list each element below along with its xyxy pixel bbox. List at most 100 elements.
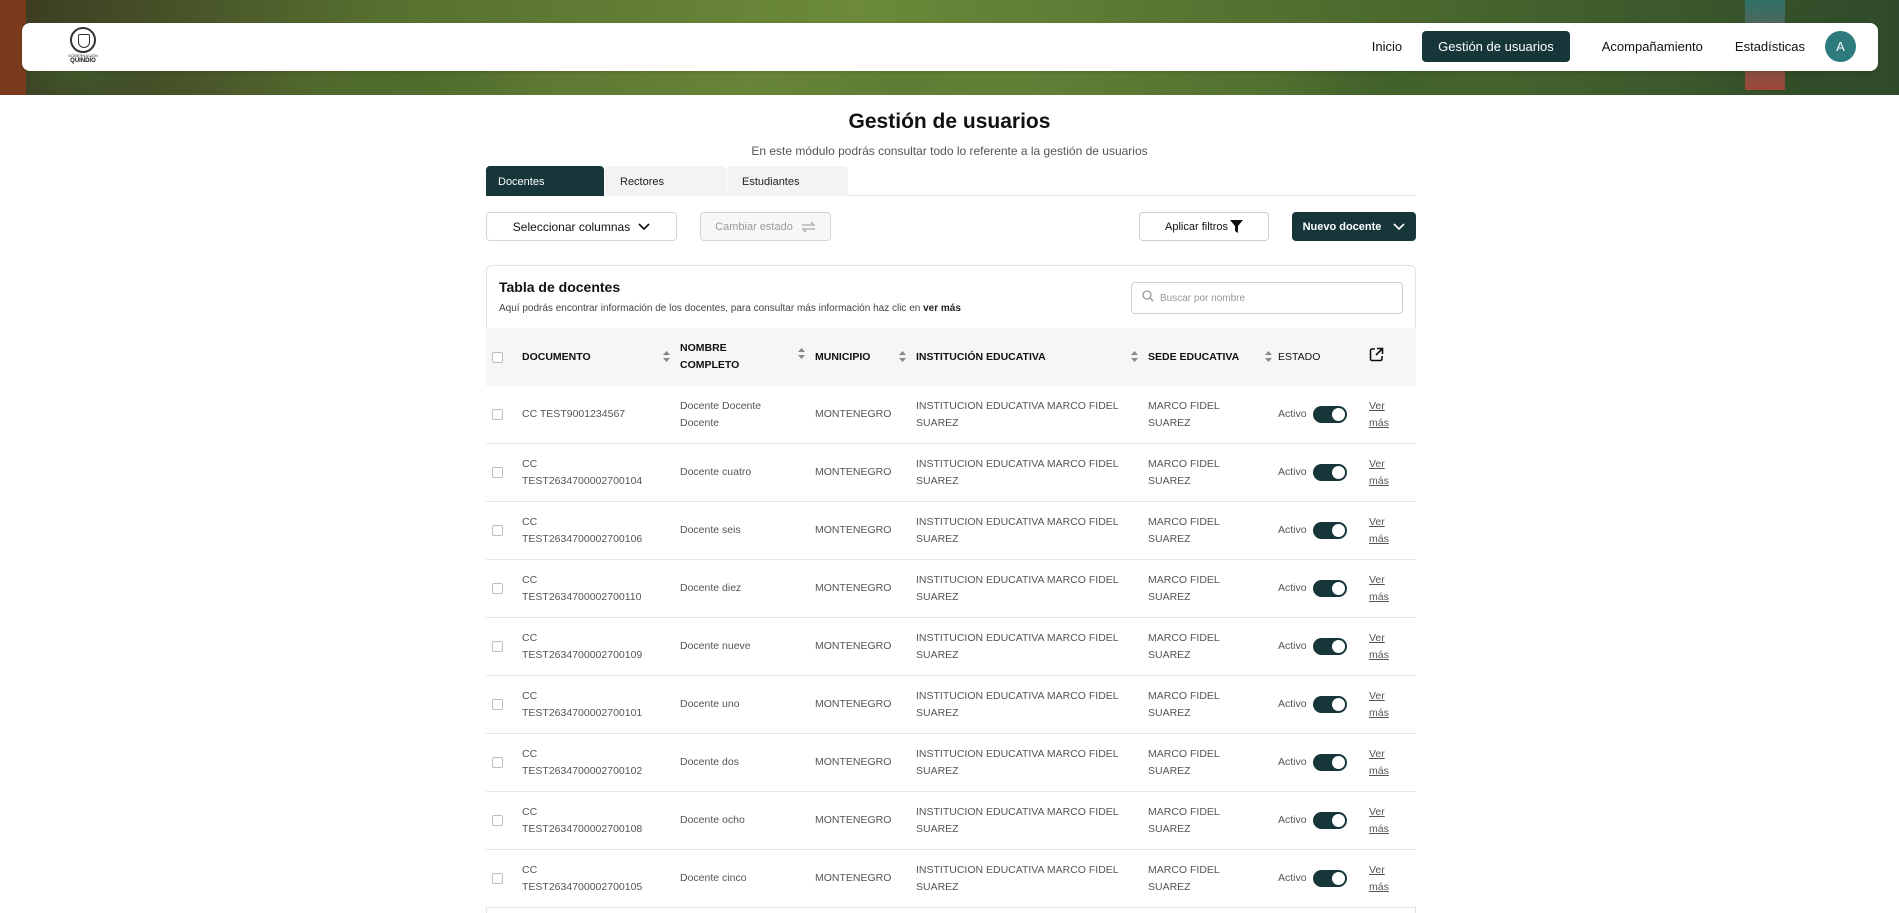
cell-estado: Activo: [1278, 638, 1369, 655]
cell-municipio: MONTENEGRO: [815, 756, 892, 768]
estado-toggle[interactable]: [1312, 406, 1347, 423]
ver-mas-link[interactable]: Ver más: [1369, 746, 1416, 780]
row-checkbox[interactable]: [492, 699, 503, 710]
tab-docentes[interactable]: Docentes: [486, 166, 604, 196]
row-checkbox-cell: [486, 699, 522, 710]
header-sede-label: SEDE EDUCATIVA: [1148, 350, 1240, 363]
estado-toggle[interactable]: [1312, 580, 1347, 597]
sort-icon[interactable]: [663, 350, 670, 362]
estado-toggle[interactable]: [1312, 464, 1347, 481]
header-estado-label: ESTADO: [1278, 350, 1321, 363]
cell-municipio: MONTENEGRO: [815, 814, 892, 826]
ver-mas-link[interactable]: Ver más: [1369, 862, 1416, 896]
estado-toggle[interactable]: [1312, 522, 1347, 539]
header-sede[interactable]: SEDE EDUCATIVA: [1148, 349, 1278, 366]
estado-label: Activo: [1278, 872, 1307, 884]
sort-icon[interactable]: [1131, 350, 1138, 362]
cell-institucion: INSTITUCION EDUCATIVA MARCO FIDEL SUAREZ: [916, 572, 1148, 606]
nav-gestion-usuarios[interactable]: Gestión de usuarios: [1422, 31, 1570, 62]
cell-institucion-line2: SUAREZ: [916, 706, 959, 719]
cell-institucion-line2: SUAREZ: [916, 648, 959, 661]
cell-institucion: INSTITUCION EDUCATIVA MARCO FIDEL SUAREZ: [916, 804, 1148, 838]
logo-big-text: QUINDÍO: [70, 58, 96, 64]
table-row: CC TEST2634700002700101 Docente uno MONT…: [486, 676, 1416, 734]
tab-rectores[interactable]: Rectores: [605, 166, 726, 196]
cell-institucion-line1: INSTITUCION EDUCATIVA MARCO FIDEL: [916, 399, 1119, 412]
tab-estudiantes[interactable]: Estudiantes: [727, 166, 848, 196]
cell-sede: MARCO FIDEL SUAREZ: [1148, 862, 1278, 896]
cell-municipio: MONTENEGRO: [815, 524, 892, 536]
row-checkbox[interactable]: [492, 815, 503, 826]
external-link-icon[interactable]: [1369, 347, 1384, 365]
estado-toggle[interactable]: [1312, 812, 1347, 829]
estado-toggle[interactable]: [1312, 696, 1347, 713]
estado-label: Activo: [1278, 814, 1307, 826]
header-municipio[interactable]: MUNICIPIO: [815, 349, 916, 366]
cell-municipio: MONTENEGRO: [815, 872, 892, 884]
gobernacion-logo[interactable]: GOBERNACIÓN QUINDÍO: [66, 27, 100, 67]
nav-acompanamiento[interactable]: Acompañamiento: [1602, 39, 1703, 54]
row-checkbox[interactable]: [492, 409, 503, 420]
cell-institucion-line1: INSTITUCION EDUCATIVA MARCO FIDEL: [916, 689, 1119, 702]
search-input[interactable]: Buscar por nombre: [1131, 282, 1403, 314]
ver-mas-link[interactable]: Ver más: [1369, 456, 1416, 490]
row-checkbox[interactable]: [492, 757, 503, 768]
sort-icon[interactable]: [798, 348, 805, 359]
sort-icon[interactable]: [1265, 350, 1272, 362]
table-row: CC TEST9001234567 Docente Docente Docent…: [486, 386, 1416, 444]
cell-documento-line2: TEST2634700002700102: [522, 764, 643, 777]
user-avatar[interactable]: A: [1825, 31, 1856, 62]
ver-mas-link[interactable]: Ver más: [1369, 514, 1416, 548]
header-institucion[interactable]: INSTITUCIÓN EDUCATIVA: [916, 349, 1148, 366]
estado-toggle[interactable]: [1312, 870, 1347, 887]
sort-icon[interactable]: [899, 350, 906, 362]
ver-mas-link[interactable]: Ver más: [1369, 688, 1416, 722]
change-state-button[interactable]: Cambiar estado: [700, 212, 831, 241]
row-checkbox[interactable]: [492, 641, 503, 652]
cell-nombre: Docente diez: [680, 580, 815, 597]
table-row: CC TEST2634700002700102 Docente dos MONT…: [486, 734, 1416, 792]
ver-mas-line1: Ver: [1369, 689, 1385, 702]
header-institucion-label: INSTITUCIÓN EDUCATIVA: [916, 350, 1046, 363]
cell-sede: MARCO FIDEL SUAREZ: [1148, 514, 1278, 548]
table-description: Aquí podrás encontrar información de los…: [499, 303, 961, 314]
new-teacher-button[interactable]: Nuevo docente: [1292, 212, 1416, 241]
row-checkbox[interactable]: [492, 467, 503, 478]
cell-institucion-line2: SUAREZ: [916, 764, 959, 777]
cell-institucion-line2: SUAREZ: [916, 590, 959, 603]
row-checkbox-cell: [486, 641, 522, 652]
row-checkbox[interactable]: [492, 525, 503, 536]
select-all-checkbox[interactable]: [492, 351, 503, 363]
estado-toggle[interactable]: [1312, 754, 1347, 771]
header-nombre-label-1: NOMBRE: [680, 342, 727, 354]
ver-mas-link[interactable]: Ver más: [1369, 804, 1416, 838]
cell-estado: Activo: [1278, 696, 1369, 713]
cell-sede: MARCO FIDEL SUAREZ: [1148, 804, 1278, 838]
nav-estadisticas[interactable]: Estadísticas: [1735, 39, 1805, 54]
row-checkbox-cell: [486, 583, 522, 594]
row-checkbox[interactable]: [492, 873, 503, 884]
header-nombre[interactable]: NOMBRE COMPLETO: [680, 340, 815, 374]
nav-inicio[interactable]: Inicio: [1372, 39, 1402, 54]
cell-estado: Activo: [1278, 812, 1369, 829]
row-checkbox[interactable]: [492, 583, 503, 594]
cell-nombre-line2: Docente: [680, 416, 720, 429]
apply-filters-button[interactable]: Aplicar filtros: [1139, 212, 1269, 241]
cell-nombre-line1: Docente Docente: [680, 399, 762, 412]
estado-toggle[interactable]: [1312, 638, 1347, 655]
ver-mas-link[interactable]: Ver más: [1369, 630, 1416, 664]
cell-documento: CC TEST2634700002700105: [522, 862, 680, 896]
cell-sede: MARCO FIDEL SUAREZ: [1148, 398, 1278, 432]
table-row: CC TEST2634700002700108 Docente ocho MON…: [486, 792, 1416, 850]
header-documento[interactable]: DOCUMENTO: [522, 349, 680, 366]
header-documento-label: DOCUMENTO: [522, 350, 591, 363]
cell-documento: CC TEST2634700002700106: [522, 514, 680, 548]
ver-mas-line1: Ver: [1369, 515, 1385, 528]
cell-nombre: Docente cuatro: [680, 464, 815, 481]
estado-label: Activo: [1278, 698, 1307, 710]
ver-mas-link[interactable]: Ver más: [1369, 572, 1416, 606]
page-title: Gestión de usuarios: [848, 110, 1051, 133]
ver-mas-line2: más: [1369, 590, 1389, 603]
ver-mas-link[interactable]: Ver más: [1369, 398, 1416, 432]
select-columns-button[interactable]: Seleccionar columnas: [486, 212, 677, 241]
